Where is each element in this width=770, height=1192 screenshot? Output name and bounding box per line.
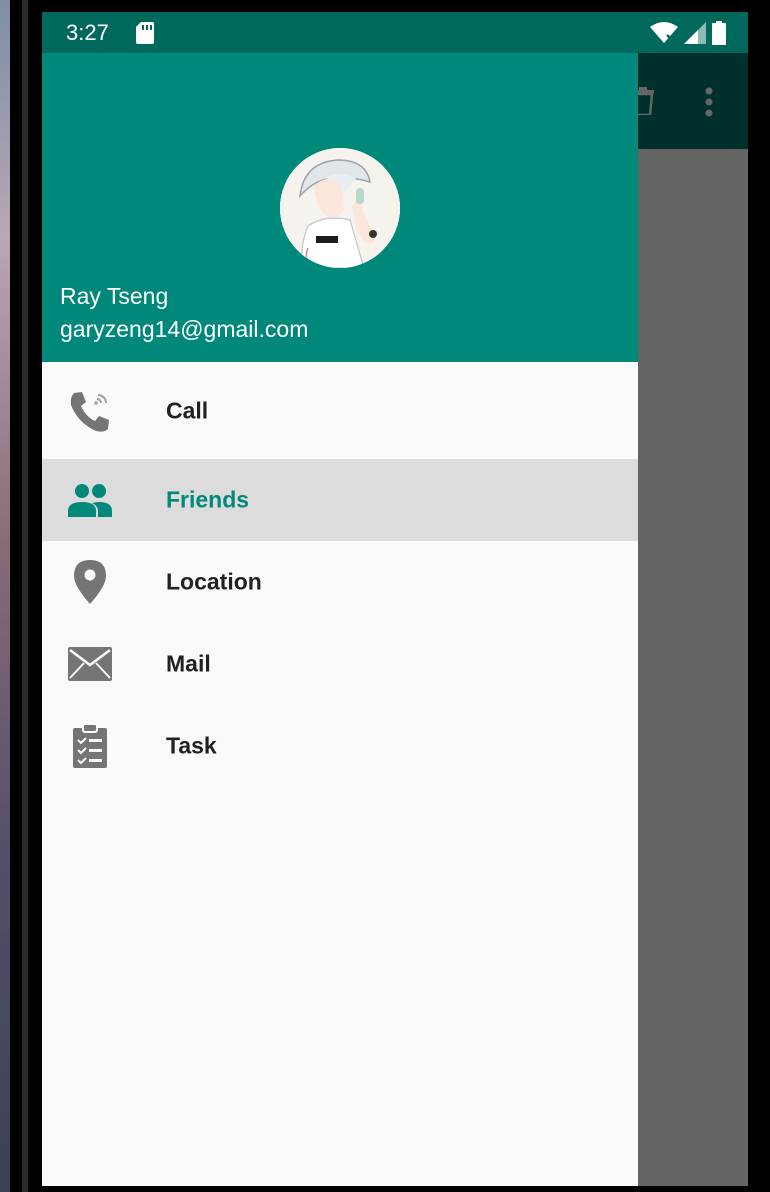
menu-item-mail[interactable]: Mail — [42, 623, 638, 705]
user-email: garyzeng14@gmail.com — [60, 316, 309, 342]
menu-item-call[interactable]: Call — [42, 362, 638, 459]
people-icon — [68, 478, 112, 522]
menu-item-label: Friends — [166, 486, 250, 513]
status-time: 3:27 — [66, 20, 109, 45]
battery-icon — [712, 21, 726, 50]
menu-item-label: Call — [166, 397, 209, 423]
phone-icon — [68, 389, 112, 433]
menu-item-friends[interactable]: Friends — [42, 459, 638, 541]
sd-card-icon — [136, 22, 154, 49]
drawer-menu: Call Friends Location Mail Task — [42, 362, 638, 787]
menu-item-label: Task — [166, 732, 217, 759]
menu-item-task[interactable]: Task — [42, 705, 638, 787]
wifi-icon — [650, 22, 678, 49]
navigation-drawer: Ray Tseng garyzeng14@gmail.com Call Frie… — [42, 53, 638, 1186]
menu-item-location[interactable]: Location — [42, 541, 638, 623]
device-bezel — [22, 0, 28, 1192]
location-pin-icon — [68, 560, 112, 604]
cell-signal-icon — [684, 22, 706, 49]
status-icons — [650, 21, 726, 50]
menu-item-label: Location — [166, 568, 262, 595]
menu-item-label: Mail — [166, 650, 211, 677]
home-wallpaper — [0, 0, 10, 1192]
avatar[interactable] — [280, 148, 400, 268]
clipboard-icon — [68, 724, 112, 768]
drawer-header: Ray Tseng garyzeng14@gmail.com — [42, 53, 638, 362]
user-name: Ray Tseng — [60, 283, 169, 309]
mail-icon — [68, 642, 112, 686]
status-bar: 3:27 — [42, 12, 748, 53]
phone-screen: 3:27 Ray Tseng garyzeng14@gmail.com Call… — [42, 12, 748, 1186]
